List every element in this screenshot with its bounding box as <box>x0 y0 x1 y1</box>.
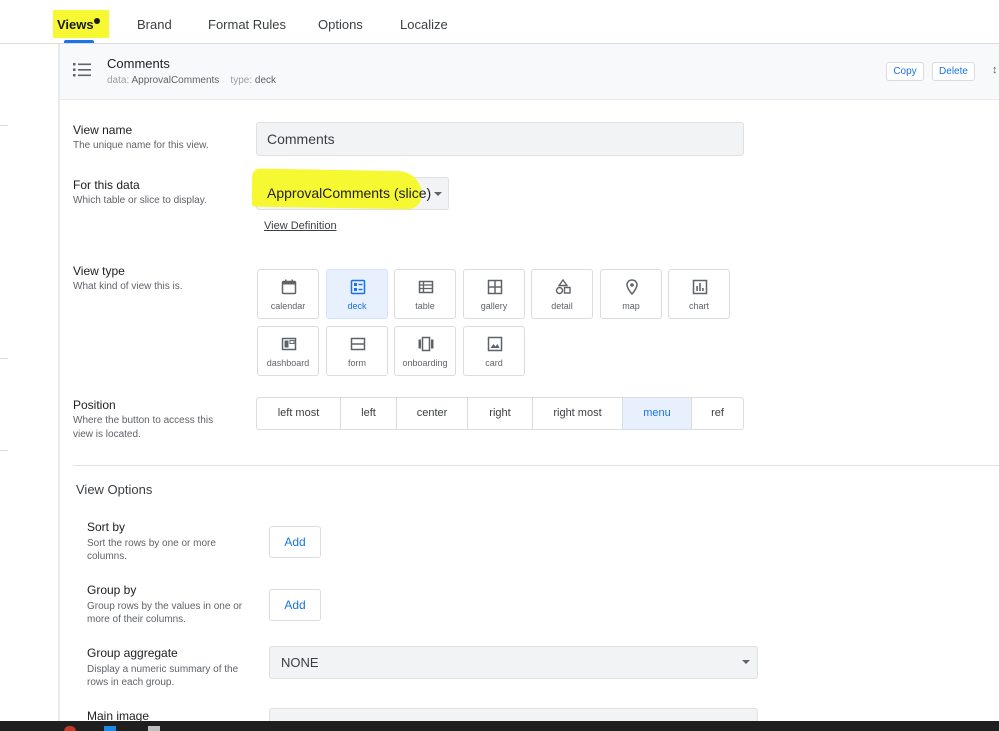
sort-by-label: Sort by <box>87 520 126 534</box>
tile-label: dashboard <box>266 358 310 368</box>
dashboard-icon <box>281 337 297 351</box>
top-tab-bar: Views Brand Format Rules Options Localiz… <box>0 0 999 44</box>
tile-label: map <box>622 301 640 311</box>
unsaved-dot-icon <box>94 18 100 24</box>
data-source-value: ApprovalComments (slice) <box>267 185 432 201</box>
position-left[interactable]: left <box>341 398 397 429</box>
view-options-title: View Options <box>76 482 153 497</box>
tab-options[interactable]: Options <box>318 17 363 32</box>
tile-label: onboarding <box>402 358 448 368</box>
view-definition-link[interactable]: View Definition <box>264 220 337 232</box>
view-type-calendar[interactable]: calendar <box>257 269 319 319</box>
position-right[interactable]: right <box>468 398 533 429</box>
tile-label: deck <box>347 301 367 311</box>
chart-icon <box>692 279 708 295</box>
sort-by-description: Sort the rows by one or more <box>87 538 216 549</box>
group-by-description: Group rows by the values in one or <box>87 601 243 612</box>
tab-brand[interactable]: Brand <box>137 17 172 32</box>
group-by-description: more of their columns. <box>87 614 186 625</box>
view-type-form[interactable]: form <box>326 326 388 376</box>
group-aggregate-label: Group aggregate <box>87 646 178 660</box>
delete-button[interactable]: Delete <box>932 62 975 81</box>
group-by-label: Group by <box>87 583 137 597</box>
form-icon <box>350 337 366 351</box>
group-aggregate-description: Display a numeric summary of the <box>87 664 239 675</box>
group-aggregate-value: NONE <box>281 655 319 670</box>
deck-icon <box>350 279 366 295</box>
list-icon <box>73 63 91 77</box>
table-icon <box>418 280 434 294</box>
taskbar-app-icon[interactable] <box>104 726 116 731</box>
view-type-detail[interactable]: detail <box>531 269 593 319</box>
gallery-icon <box>487 279 503 295</box>
position-left-most[interactable]: left most <box>257 398 341 429</box>
position-menu[interactable]: menu <box>623 398 692 429</box>
view-header <box>60 44 999 100</box>
view-name-label: View name <box>73 123 133 137</box>
position-description: view is located. <box>73 429 141 440</box>
active-tab-indicator <box>64 40 94 43</box>
tile-label: calendar <box>270 301 306 311</box>
section-divider <box>73 465 999 466</box>
view-type-deck[interactable]: deck <box>326 269 388 319</box>
main-image-select[interactable] <box>269 708 758 722</box>
chevron-down-icon <box>434 192 442 196</box>
view-type-map[interactable]: map <box>600 269 662 319</box>
type-key: type: <box>230 75 253 86</box>
tab-views[interactable]: Views <box>57 17 94 32</box>
view-type-dashboard[interactable]: dashboard <box>257 326 319 376</box>
data-value: ApprovalComments <box>131 75 220 86</box>
tab-localize[interactable]: Localize <box>400 17 448 32</box>
shapes-icon <box>555 279 571 295</box>
group-aggregate-description: rows in each group. <box>87 677 175 688</box>
gutter-divider <box>0 358 8 359</box>
browser-icon[interactable] <box>64 726 76 731</box>
position-center[interactable]: center <box>397 398 468 429</box>
expand-collapse-icon[interactable]: ↕ <box>992 64 998 76</box>
position-label: Position <box>73 398 116 412</box>
group-by-add-button[interactable]: Add <box>269 589 321 621</box>
view-meta: data: ApprovalComments type: deck <box>107 75 276 86</box>
tile-label: detail <box>551 301 573 311</box>
sort-by-add-button[interactable]: Add <box>269 526 321 558</box>
position-right-most[interactable]: right most <box>533 398 623 429</box>
type-value: deck <box>254 75 277 86</box>
view-title: Comments <box>107 56 170 71</box>
gutter-divider <box>0 125 8 126</box>
view-name-input[interactable]: Comments <box>256 122 744 156</box>
calendar-icon <box>281 279 297 295</box>
position-segmented-control: left most left center right right most m… <box>256 397 744 430</box>
image-icon <box>487 336 503 352</box>
view-type-gallery[interactable]: gallery <box>463 269 525 319</box>
map-pin-icon <box>626 279 638 295</box>
data-key: data: <box>107 75 130 86</box>
chevron-down-icon <box>742 660 750 664</box>
tile-label: table <box>415 301 435 311</box>
view-name-description: The unique name for this view. <box>73 140 209 151</box>
taskbar-app-icon[interactable] <box>148 726 160 731</box>
carousel-icon <box>418 336 434 352</box>
view-type-onboarding[interactable]: onboarding <box>394 326 456 376</box>
gutter-divider <box>0 450 8 451</box>
for-this-data-description: Which table or slice to display. <box>73 195 207 206</box>
sort-by-description: columns. <box>87 551 128 562</box>
tab-format-rules[interactable]: Format Rules <box>208 17 286 32</box>
view-type-chart[interactable]: chart <box>668 269 730 319</box>
tile-label: chart <box>688 301 709 311</box>
tile-label: form <box>348 358 366 368</box>
tile-label: gallery <box>480 301 508 311</box>
for-this-data-label: For this data <box>73 178 140 192</box>
position-description: Where the button to access this <box>73 415 214 426</box>
tile-label: card <box>485 358 503 368</box>
view-type-description: What kind of view this is. <box>73 281 183 292</box>
copy-button[interactable]: Copy <box>886 62 924 81</box>
panel-left-border <box>58 44 60 731</box>
view-type-table[interactable]: table <box>394 269 456 319</box>
view-type-card[interactable]: card <box>463 326 525 376</box>
group-aggregate-select[interactable] <box>269 646 758 679</box>
position-ref[interactable]: ref <box>692 398 743 429</box>
view-type-label: View type <box>73 264 125 278</box>
